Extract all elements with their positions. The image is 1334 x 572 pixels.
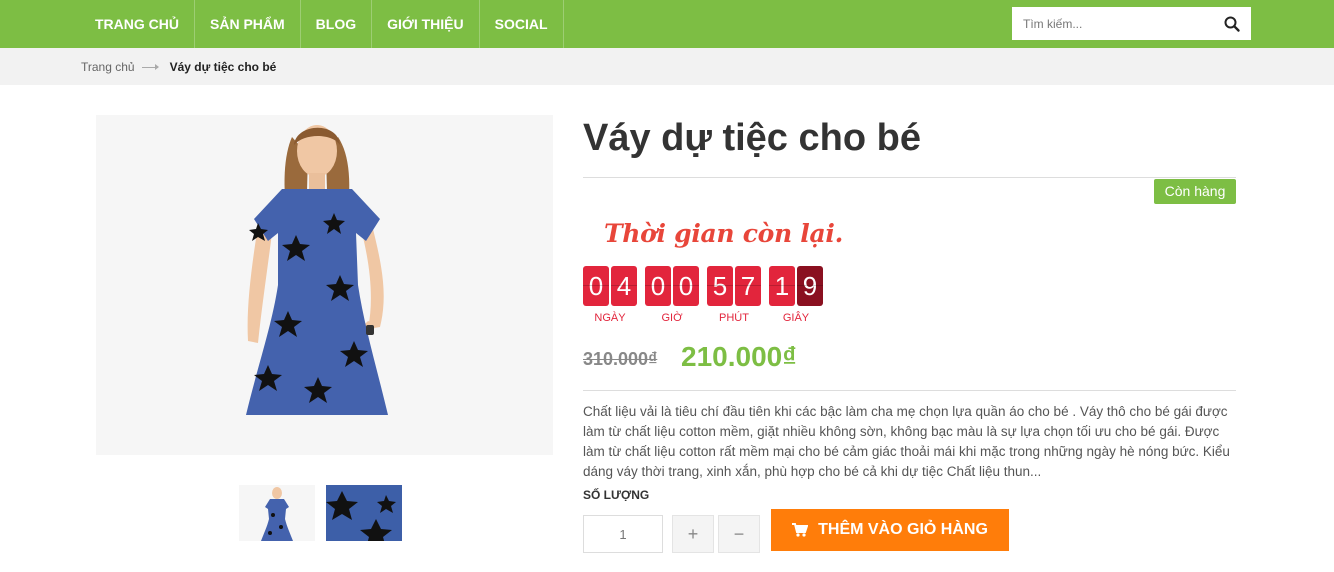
countdown-digit: 0 [583, 266, 609, 306]
main-nav: TRANG CHỦ SẢN PHẨM BLOG GIỚI THIỆU SOCIA… [80, 0, 564, 48]
cart-icon [792, 523, 809, 537]
countdown-digit: 1 [769, 266, 795, 306]
countdown-digit: 0 [673, 266, 699, 306]
sale-price: 210.000₫ [681, 341, 797, 372]
nav-item-about[interactable]: GIỚI THIỆU [372, 0, 480, 48]
breadcrumb: Trang chủ Váy dự tiệc cho bé [81, 60, 276, 74]
add-to-cart-label: THÊM VÀO GIỎ HÀNG [818, 521, 988, 538]
product-thumbnail-2[interactable] [326, 485, 402, 541]
countdown-label-days: NGÀY [594, 312, 626, 324]
stock-badge: Còn hàng [1154, 179, 1236, 204]
quantity-increase-button[interactable]: + [672, 515, 714, 553]
thumbnail-fabric [326, 491, 396, 541]
product-title: Váy dự tiệc cho bé [583, 117, 921, 159]
search-icon [1224, 16, 1240, 32]
countdown-label-seconds: GIÂY [782, 312, 810, 324]
countdown-digit: 5 [707, 266, 733, 306]
original-price: 310.000₫ [583, 349, 658, 369]
countdown-title: Thời gian còn lại. [604, 219, 843, 248]
countdown-digit: 0 [645, 266, 671, 306]
search-box [1012, 7, 1251, 40]
search-input[interactable] [1012, 7, 1212, 40]
product-description: Chất liệu vải là tiêu chí đầu tiên khi c… [583, 404, 1230, 479]
breadcrumb-home-link[interactable]: Trang chủ [81, 60, 135, 74]
top-navbar: TRANG CHỦ SẢN PHẨM BLOG GIỚI THIỆU SOCIA… [0, 0, 1334, 48]
breadcrumb-arrow-icon [141, 63, 159, 70]
countdown-digit: 4 [611, 266, 637, 306]
price-divider [583, 390, 1236, 391]
product-photo [246, 125, 388, 415]
quantity-label: SỐ LƯỢNG [583, 488, 650, 502]
thumbnail-photo [261, 487, 293, 541]
breadcrumb-bar: Trang chủ Váy dự tiệc cho bé [0, 48, 1334, 85]
countdown-digit: 9 [797, 266, 823, 306]
nav-item-social[interactable]: SOCIAL [480, 0, 564, 48]
product-thumbnail-1[interactable] [239, 485, 315, 541]
countdown-digit: 7 [735, 266, 761, 306]
nav-item-home[interactable]: TRANG CHỦ [80, 0, 195, 48]
quantity-decrease-button[interactable]: − [718, 515, 760, 553]
breadcrumb-current: Váy dự tiệc cho bé [169, 60, 277, 74]
quantity-input[interactable] [583, 515, 663, 553]
countdown-label-minutes: PHÚT [719, 312, 749, 324]
search-button[interactable] [1223, 15, 1241, 33]
title-divider [583, 177, 1236, 178]
nav-item-products[interactable]: SẢN PHẨM [195, 0, 301, 48]
add-to-cart-button[interactable]: THÊM VÀO GIỎ HÀNG [771, 509, 1009, 551]
countdown-label-hours: GIỜ [661, 312, 683, 324]
nav-item-blog[interactable]: BLOG [301, 0, 373, 48]
product-main-image[interactable] [96, 115, 553, 455]
